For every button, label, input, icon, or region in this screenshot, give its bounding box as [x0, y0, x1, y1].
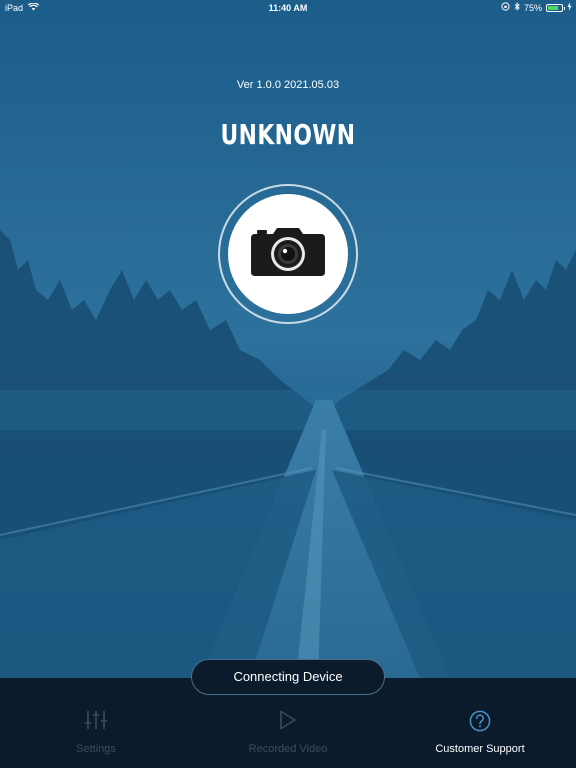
battery-level-fill: [548, 6, 558, 10]
tab-label-customer-support: Customer Support: [435, 743, 525, 755]
battery-icon: [546, 4, 565, 12]
connection-status-button[interactable]: Connecting Device: [191, 659, 385, 695]
battery-percent: 75%: [523, 3, 542, 13]
orientation-lock-icon: [501, 0, 510, 16]
status-time: 11:40 AM: [268, 3, 308, 13]
sliders-icon: [85, 710, 107, 732]
bluetooth-icon: [514, 0, 520, 16]
tab-label-recorded-video: Recorded Video: [248, 743, 328, 755]
app-version: Ver 1.0.0 2021.05.03: [236, 79, 340, 91]
tab-label-settings: Settings: [76, 743, 116, 755]
question-icon: [469, 710, 491, 732]
play-icon: [279, 710, 297, 732]
background-image: [0, 0, 576, 678]
charging-icon: [567, 0, 572, 16]
status-bar: iPad 11:40 AM 75%: [0, 0, 576, 16]
tab-settings[interactable]: Settings: [0, 678, 192, 768]
device-name: UNKNOWN: [220, 118, 356, 151]
camera-button[interactable]: [228, 194, 348, 314]
forest-road-illustration: [0, 0, 576, 678]
tab-customer-support[interactable]: Customer Support: [384, 678, 576, 768]
camera-icon: [249, 226, 327, 283]
camera-button-ring[interactable]: [218, 184, 358, 324]
